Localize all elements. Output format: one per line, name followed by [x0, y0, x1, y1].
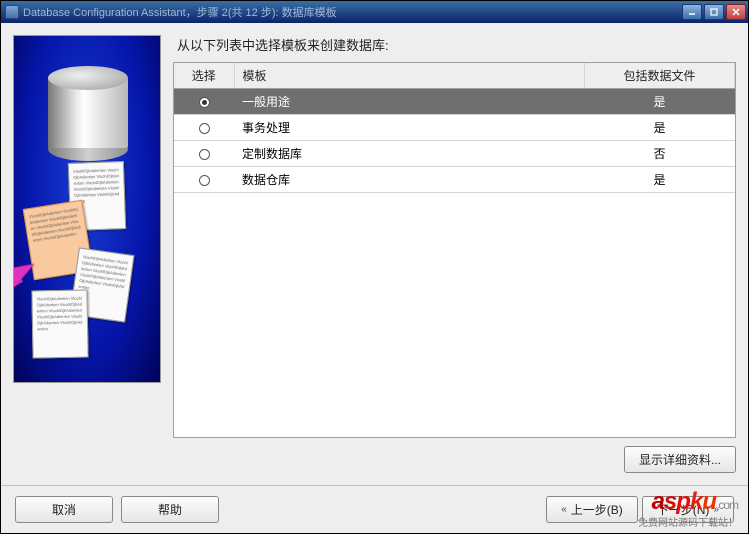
header-template: 模板 — [234, 63, 585, 89]
next-button[interactable]: 下一步(N) » — [642, 496, 734, 523]
cell-template: 定制数据库 — [234, 141, 585, 167]
chevron-left-icon: « — [561, 504, 567, 515]
table-row[interactable]: 事务处理 是 — [174, 115, 735, 141]
chevron-right-icon: » — [713, 504, 719, 515]
show-details-button[interactable]: 显示详细资料... — [624, 446, 736, 473]
window-controls — [682, 4, 746, 20]
cell-includes: 是 — [585, 115, 735, 141]
table-row[interactable]: 一般用途 是 — [174, 89, 735, 115]
content-area: VloohlOjbAdiertien VloohlOjbAdiertien Vl… — [1, 23, 748, 485]
cell-template: 一般用途 — [234, 89, 585, 115]
titlebar-left: Database Configuration Assistant，步骤 2(共 … — [5, 4, 337, 20]
cancel-button[interactable]: 取消 — [15, 496, 113, 523]
cell-includes: 是 — [585, 167, 735, 193]
minimize-button[interactable] — [682, 4, 702, 20]
close-button[interactable] — [726, 4, 746, 20]
details-row: 显示详细资料... — [173, 438, 736, 473]
cell-includes: 是 — [585, 89, 735, 115]
template-radio[interactable] — [199, 97, 210, 108]
table-row[interactable]: 数据仓库 是 — [174, 167, 735, 193]
table-row[interactable]: 定制数据库 否 — [174, 141, 735, 167]
table-header-row: 选择 模板 包括数据文件 — [174, 63, 735, 89]
template-radio[interactable] — [199, 175, 210, 186]
titlebar: Database Configuration Assistant，步骤 2(共 … — [1, 1, 748, 23]
next-label: 下一步(N) — [657, 501, 710, 518]
header-select: 选择 — [174, 63, 234, 89]
footer-left: 取消 帮助 — [15, 496, 219, 523]
header-includes: 包括数据文件 — [585, 63, 735, 89]
footer-right: « 上一步(B) 下一步(N) » — [546, 496, 734, 523]
app-icon — [5, 5, 19, 19]
instruction-text: 从以下列表中选择模板来创建数据库: — [173, 35, 736, 62]
window-title: Database Configuration Assistant，步骤 2(共 … — [23, 4, 337, 20]
template-table: 选择 模板 包括数据文件 一般用途 是 事务处理 — [173, 62, 736, 438]
back-button[interactable]: « 上一步(B) — [546, 496, 638, 523]
template-radio[interactable] — [199, 123, 210, 134]
template-doc-icon: VloohlOjbAdiertien VloohlOjbAdiertien Vl… — [31, 290, 88, 359]
template-radio[interactable] — [199, 149, 210, 160]
main-panel: 从以下列表中选择模板来创建数据库: 选择 模板 包括数据文件 一般用途 — [173, 35, 736, 473]
cell-includes: 否 — [585, 141, 735, 167]
app-window: Database Configuration Assistant，步骤 2(共 … — [0, 0, 749, 534]
footer: 取消 帮助 « 上一步(B) 下一步(N) » aspku.com 免费网站源码… — [1, 485, 748, 533]
help-button[interactable]: 帮助 — [121, 496, 219, 523]
maximize-button[interactable] — [704, 4, 724, 20]
cell-template: 事务处理 — [234, 115, 585, 141]
database-cylinder-icon — [48, 66, 128, 161]
sidebar-graphic: VloohlOjbAdiertien VloohlOjbAdiertien Vl… — [13, 35, 161, 383]
back-label: 上一步(B) — [571, 501, 623, 518]
cell-template: 数据仓库 — [234, 167, 585, 193]
